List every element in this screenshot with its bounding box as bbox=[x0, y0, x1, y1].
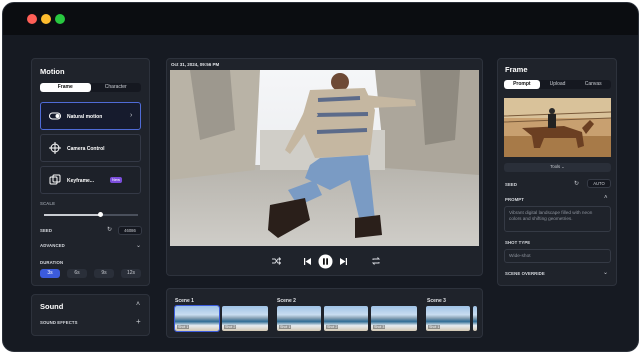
tab-upload[interactable]: Upload bbox=[540, 80, 576, 89]
frame-source-tabs: Prompt Upload Canvas bbox=[504, 80, 611, 89]
player-panel: Oct 31, 2024, 09:56 PM bbox=[166, 58, 483, 276]
toggle-icon bbox=[49, 112, 61, 120]
scale-slider-thumb[interactable] bbox=[97, 212, 103, 217]
natural-motion-label: Natural motion bbox=[67, 114, 103, 120]
skip-forward-icon[interactable] bbox=[339, 257, 348, 266]
new-badge: New bbox=[110, 177, 123, 183]
duration-6s[interactable]: 6s bbox=[67, 269, 87, 278]
scene-1-shot-2[interactable]: Shot 2 bbox=[222, 306, 268, 331]
tab-character[interactable]: Character bbox=[91, 83, 142, 92]
chevron-right-icon: › bbox=[130, 112, 133, 119]
tab-frame[interactable]: Frame bbox=[40, 83, 91, 92]
chevron-up-icon[interactable]: ˄ bbox=[136, 301, 140, 308]
duration-3s[interactable]: 3s bbox=[40, 269, 60, 278]
seed-label: SEED bbox=[40, 228, 53, 233]
camera-control-icon bbox=[49, 142, 61, 154]
duration-12s[interactable]: 12s bbox=[121, 269, 141, 278]
scene-3-label: Scene 3 bbox=[427, 298, 446, 304]
timestamp: Oct 31, 2024, 09:56 PM bbox=[171, 62, 220, 67]
prompt-textarea[interactable]: Vibrant digital landscape filled with ne… bbox=[504, 206, 611, 232]
scene-1-shot-1[interactable]: Shot 1 bbox=[174, 305, 220, 332]
motion-title: Motion bbox=[40, 67, 65, 76]
duration-9s[interactable]: 9s bbox=[94, 269, 114, 278]
skip-back-icon[interactable] bbox=[303, 257, 312, 266]
video-frame[interactable] bbox=[170, 70, 479, 246]
keyframe-card[interactable]: Keyframe... New bbox=[40, 166, 141, 194]
frame-title: Frame bbox=[505, 65, 528, 74]
frame-panel: Frame Prompt Upload Canvas Tools ⌄ SEED … bbox=[497, 58, 617, 286]
scale-label: SCALE bbox=[40, 201, 56, 206]
refresh-seed-icon[interactable]: ↻ bbox=[574, 180, 579, 187]
title-bar bbox=[3, 3, 638, 35]
chevron-down-icon[interactable]: ⌄ bbox=[603, 269, 608, 276]
shot-type-input[interactable]: Wide-shot bbox=[504, 249, 611, 263]
scene-2-shot-1[interactable]: Shot 1 bbox=[277, 306, 321, 331]
tab-canvas[interactable]: Canvas bbox=[575, 80, 611, 89]
advanced-label[interactable]: ADVANCED bbox=[40, 243, 65, 248]
app-window: Motion Frame Character Natural motion › … bbox=[2, 2, 639, 352]
tab-prompt[interactable]: Prompt bbox=[504, 80, 540, 89]
add-icon[interactable]: + bbox=[136, 317, 141, 326]
sound-panel: Sound ˄ SOUND EFFECTS + bbox=[31, 294, 150, 336]
repeat-icon[interactable] bbox=[371, 256, 381, 266]
minimize-window-dot[interactable] bbox=[41, 14, 51, 24]
frame-reference-image[interactable] bbox=[504, 98, 611, 157]
natural-motion-card[interactable]: Natural motion › bbox=[40, 102, 141, 130]
scene-2-shot-3[interactable]: Shot 3 bbox=[371, 306, 417, 331]
shot-type-label: SHOT TYPE bbox=[505, 240, 531, 245]
motion-panel: Motion Frame Character Natural motion › … bbox=[31, 58, 150, 286]
sound-effects-label: SOUND EFFECTS bbox=[40, 320, 78, 325]
keyframe-label: Keyframe... bbox=[67, 178, 94, 184]
scene-override-label[interactable]: SCENE OVERRIDE bbox=[505, 271, 545, 276]
motion-mode-tabs: Frame Character bbox=[40, 83, 141, 92]
shuffle-icon[interactable] bbox=[271, 256, 281, 266]
camera-control-label: Camera Control bbox=[67, 146, 105, 152]
scene-2-label: Scene 2 bbox=[277, 298, 296, 304]
seed-value[interactable]: 46086 bbox=[118, 226, 142, 235]
sound-title: Sound bbox=[40, 302, 64, 311]
tools-dropdown[interactable]: Tools ⌄ bbox=[504, 163, 611, 172]
camera-control-card[interactable]: Camera Control bbox=[40, 134, 141, 162]
scene-3-shot-2[interactable] bbox=[473, 306, 477, 331]
keyframe-icon bbox=[49, 174, 61, 185]
frame-seed-label: SEED bbox=[505, 182, 518, 187]
scale-slider-fill bbox=[44, 214, 101, 216]
frame-seed-value[interactable]: AUTO bbox=[587, 179, 611, 188]
scene-1-label: Scene 1 bbox=[175, 298, 194, 304]
prompt-label: PROMPT bbox=[505, 197, 524, 202]
duration-label: DURATION bbox=[40, 260, 64, 265]
chevron-down-icon[interactable]: ⌄ bbox=[136, 242, 141, 249]
chevron-up-icon[interactable]: ˄ bbox=[604, 195, 608, 201]
scene-3-shot-1[interactable]: Shot 1 bbox=[426, 306, 470, 331]
maximize-window-dot[interactable] bbox=[55, 14, 65, 24]
scene-2-shot-2[interactable]: Shot 2 bbox=[324, 306, 368, 331]
shuffle-seed-icon[interactable]: ↻ bbox=[107, 226, 112, 233]
pause-button[interactable] bbox=[318, 254, 333, 269]
close-window-dot[interactable] bbox=[27, 14, 37, 24]
